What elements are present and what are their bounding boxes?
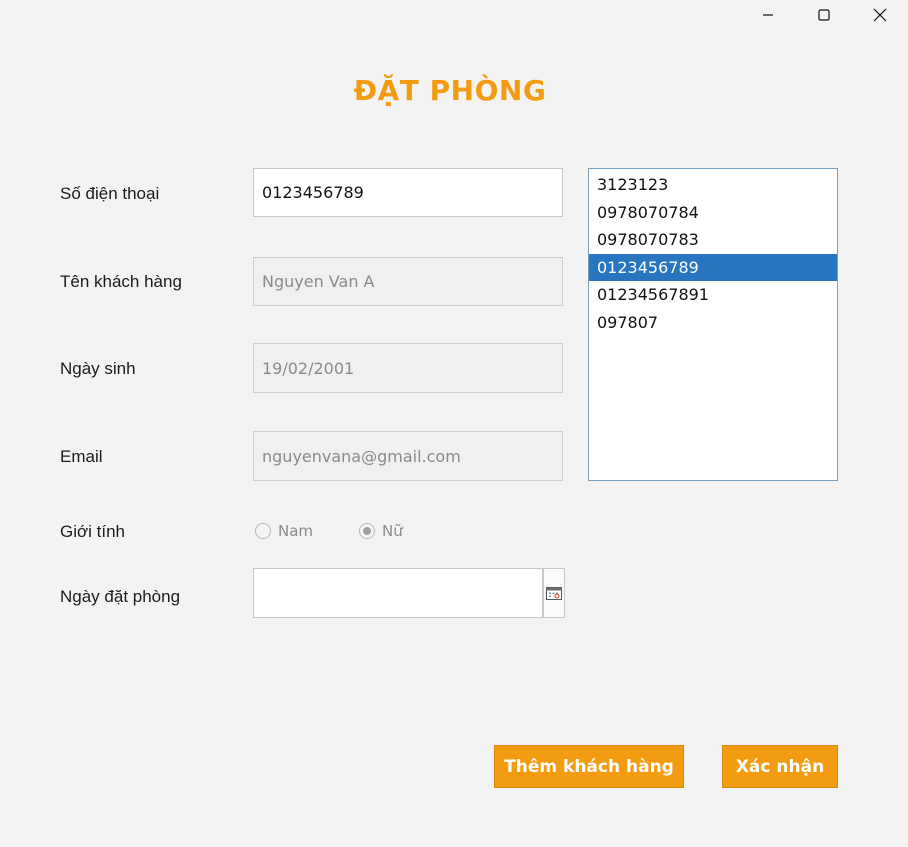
add-customer-button[interactable]: Thêm khách hàng <box>494 745 684 788</box>
radio-label-female: Nữ <box>382 522 403 540</box>
booking-date-input[interactable] <box>253 568 543 618</box>
page-title: ĐẶT PHÒNG <box>353 74 547 107</box>
list-item[interactable]: 097807 <box>589 309 837 337</box>
radio-label-male: Nam <box>278 522 314 540</box>
booking-date-label: Ngày đặt phòng <box>60 587 181 606</box>
list-item[interactable]: 0978070783 <box>589 226 837 254</box>
email-field: nguyenvana@gmail.com <box>253 431 563 481</box>
close-button[interactable] <box>852 0 908 30</box>
gender-radio-male[interactable]: Nam <box>255 522 313 540</box>
phone-input[interactable]: 0123456789 <box>253 168 563 217</box>
calendar-button[interactable] <box>543 568 565 618</box>
maximize-icon <box>818 9 830 21</box>
dob-label: Ngày sinh <box>60 359 136 378</box>
calendar-icon <box>546 587 562 600</box>
list-item-selected[interactable]: 0123456789 <box>589 253 837 282</box>
maximize-button[interactable] <box>796 0 852 30</box>
booking-window: ĐẶT PHÒNG Số điện thoại 0123456789 Tên k… <box>0 0 908 847</box>
radio-circle-checked[interactable] <box>359 523 376 539</box>
confirm-button[interactable]: Xác nhận <box>722 745 838 788</box>
phone-label: Số điện thoại <box>60 184 160 203</box>
gender-radio-group: Nam Nữ <box>255 522 449 540</box>
radio-circle[interactable] <box>255 523 271 539</box>
list-item[interactable]: 0978070784 <box>589 199 837 227</box>
gender-label: Giới tính <box>60 522 126 541</box>
close-icon <box>873 8 887 22</box>
list-item[interactable]: 01234567891 <box>589 281 837 309</box>
list-item[interactable]: 3123123 <box>589 171 837 199</box>
dob-field: 19/02/2001 <box>253 343 563 393</box>
phone-listbox[interactable]: 3123123 0978070784 0978070783 0123456789… <box>588 168 838 481</box>
gender-radio-female[interactable]: Nữ <box>359 522 403 540</box>
email-label: Email <box>60 447 103 466</box>
minimize-icon <box>763 14 773 16</box>
window-controls <box>740 0 908 30</box>
customer-name-label: Tên khách hàng <box>60 272 182 291</box>
minimize-button[interactable] <box>740 0 796 30</box>
customer-name-field: Nguyen Van A <box>253 257 563 306</box>
